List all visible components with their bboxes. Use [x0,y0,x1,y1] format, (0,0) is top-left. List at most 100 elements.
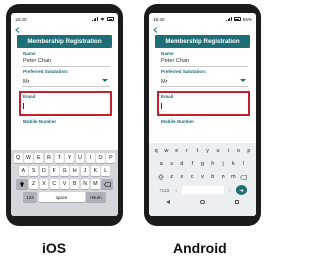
battery-percent: 55% [242,16,252,22]
symbols-key[interactable]: ?123 [158,185,170,195]
ios-status-bar: 18:30 [11,13,118,25]
android-name-underline [160,66,248,67]
key-r[interactable]: r [183,146,192,156]
key-e[interactable]: e [172,146,181,156]
arrow-right-icon [239,188,244,192]
chevron-left-icon [153,27,158,33]
chevron-down-icon[interactable] [102,79,108,82]
backspace-icon [240,174,247,180]
key-n[interactable]: n [219,172,228,182]
chevron-down-icon[interactable] [240,79,246,82]
key-g[interactable]: G [60,166,69,176]
ios-name-underline [22,66,110,67]
backspace-key[interactable] [239,172,248,182]
key-z[interactable]: Z [29,179,38,189]
android-page-title: Membership Registration [155,35,250,48]
shift-icon [158,174,165,180]
ios-back-button[interactable] [13,25,33,35]
key-k[interactable]: k [229,159,238,169]
key-x[interactable]: X [39,179,49,189]
key-f[interactable]: f [188,159,197,169]
key-i[interactable]: I [85,153,95,163]
key-c[interactable]: c [188,172,197,182]
key-b[interactable]: b [208,172,217,182]
key-l[interactable]: l [239,159,248,169]
android-email-field[interactable] [161,103,162,109]
key-d[interactable]: d [178,159,187,169]
key-n[interactable]: N [80,179,90,189]
key-s[interactable]: s [167,159,176,169]
key-v[interactable]: v [198,172,207,182]
key-c[interactable]: C [49,179,59,189]
return-key[interactable]: return [86,192,106,202]
android-salutation-label: Preferred Salutation: [161,69,207,74]
key-q[interactable]: Q [13,153,23,163]
key-i[interactable]: i [224,146,233,156]
android-nav-bar [151,198,254,206]
key-y[interactable]: Y [65,153,75,163]
key-u[interactable]: U [75,153,85,163]
chevron-left-icon [15,27,20,33]
key-k[interactable]: K [90,166,100,176]
wifi-icon [100,17,105,21]
shift-key[interactable] [157,172,166,182]
key-e[interactable]: E [34,153,44,163]
ios-email-field[interactable] [23,103,24,109]
nav-back-icon[interactable] [166,200,171,204]
backspace-key[interactable] [101,179,114,189]
key-p[interactable]: p [244,146,253,156]
numbers-key[interactable]: 123 [23,192,37,202]
key-x[interactable]: x [178,172,187,182]
key-t[interactable]: t [193,146,202,156]
key-s[interactable]: S [29,166,38,176]
ios-screen: 18:30 Membership Registration Name Peter… [11,13,118,216]
key-g[interactable]: g [198,159,207,169]
key-o[interactable]: o [234,146,243,156]
ios-email-label: Email [23,94,36,99]
key-o[interactable]: O [96,153,105,163]
key-y[interactable]: y [203,146,212,156]
ios-name-label: Name [23,51,36,56]
key-j[interactable]: J [80,166,90,176]
key-h[interactable]: h [208,159,217,169]
android-back-button[interactable] [151,25,171,35]
key-a[interactable]: A [18,166,28,176]
signal-icon [92,17,98,21]
key-m[interactable]: M [90,179,100,189]
key-p[interactable]: P [106,153,116,163]
key-z[interactable]: z [167,172,176,182]
shift-key[interactable] [15,179,28,189]
key-l[interactable]: L [101,166,111,176]
android-salutation-underline [160,86,248,87]
android-salutation-select[interactable]: Mr [161,79,168,85]
nav-recents-icon[interactable] [234,200,239,204]
ios-mobile-label: Mobile Number [23,119,57,124]
space-key[interactable] [182,186,224,194]
nav-home-icon[interactable] [200,199,205,205]
key-h[interactable]: H [70,166,80,176]
key-j[interactable]: j [219,159,228,169]
ios-salutation-select[interactable]: Mr [23,79,30,85]
comma-key[interactable]: , [172,185,181,195]
key-b[interactable]: B [70,179,80,189]
ios-platform-label: iOS [42,240,67,256]
enter-key[interactable] [235,185,247,195]
android-phone-frame: 18:30 55% Membership Registration Name P… [144,4,261,226]
key-w[interactable]: w [162,146,171,156]
key-q[interactable]: q [152,146,161,156]
key-a[interactable]: a [157,159,166,169]
key-t[interactable]: T [54,153,64,163]
key-u[interactable]: u [214,146,223,156]
key-f[interactable]: F [49,166,59,176]
period-key[interactable]: . [226,185,235,195]
android-mobile-label: Mobile Number [161,119,195,124]
key-m[interactable]: m [229,172,238,182]
key-v[interactable]: V [60,179,69,189]
android-name-field[interactable]: Peter Chan [161,58,189,64]
key-w[interactable]: W [24,153,33,163]
android-status-time: 18:30 [153,16,165,22]
key-r[interactable]: R [44,153,54,163]
ios-name-field[interactable]: Peter Chan [23,58,51,64]
space-key[interactable]: space [38,192,85,202]
key-d[interactable]: D [39,166,49,176]
